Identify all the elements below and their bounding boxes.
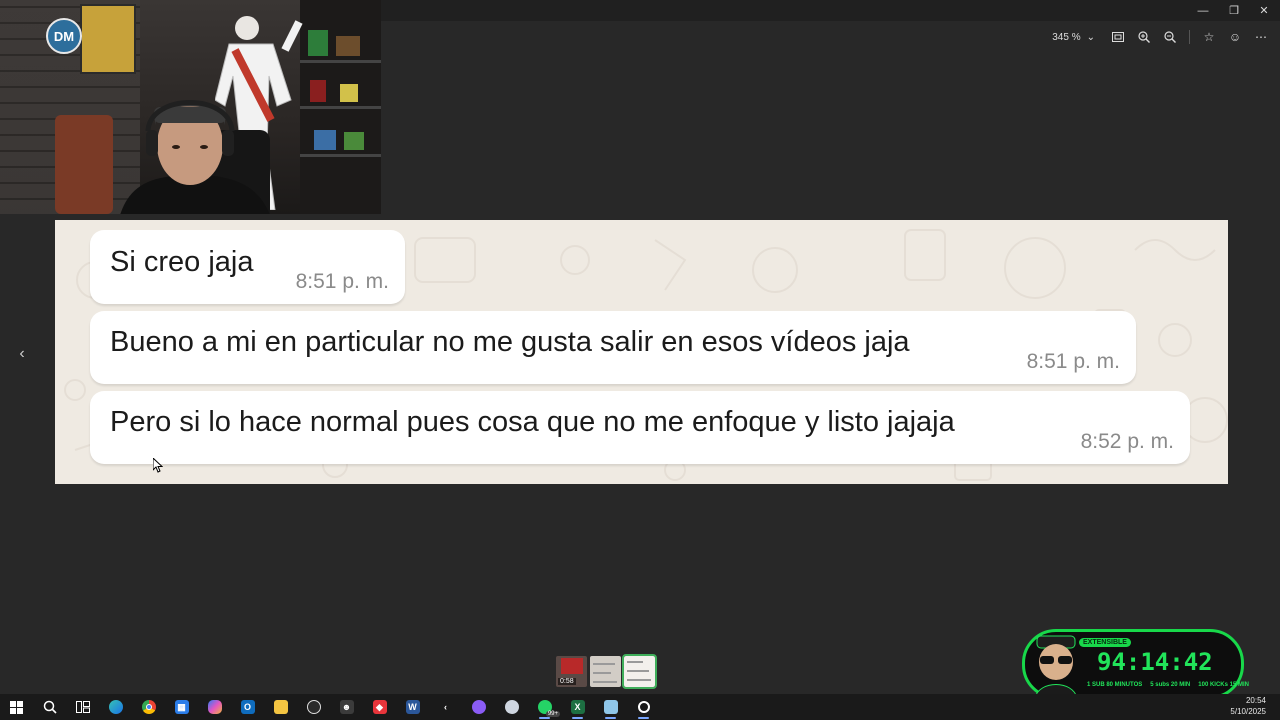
start-icon[interactable] [0,694,33,720]
mouse-cursor-icon [153,458,163,473]
subathon-timer-overlay: EXTENSIBLE 94:14:42 1 SUB 80 MINUTOS 5 s… [1022,629,1249,699]
file-explorer-icon[interactable] [264,694,297,720]
webcam-feed: DM [0,0,381,214]
chat-message: Si creo jaja 8:51 p. m. [90,230,405,304]
thumbnail-duration: 0:58 [558,678,576,685]
app-ring-icon[interactable] [627,694,660,720]
edge-icon[interactable] [99,694,132,720]
thumbnail-2[interactable] [590,656,621,687]
chrome-icon[interactable] [132,694,165,720]
backpack [55,115,113,214]
word-icon[interactable]: W [396,694,429,720]
copilot-icon[interactable] [198,694,231,720]
close-button[interactable]: ✕ [1248,0,1280,21]
obs-icon[interactable] [297,694,330,720]
extensible-badge: EXTENSIBLE [1079,638,1131,647]
channel-logo: DM [46,18,82,54]
streamer [120,100,270,214]
message-text: Bueno a mi en particular no me gusta sal… [110,326,910,358]
cat-app-icon[interactable]: ☻ [330,694,363,720]
shelf [300,0,381,214]
thumbnail-1[interactable]: 0:58 [556,656,587,687]
zoom-level[interactable]: 345 % [1052,32,1080,43]
clock-time: 20:54 [1245,696,1266,705]
displayed-image: Si creo jaja 8:51 p. m. Bueno a mi en pa… [55,220,1228,484]
message-text: Si creo jaja [110,245,254,278]
kick-icon[interactable]: ‹ [429,694,462,720]
message-timestamp: 8:51 p. m. [1026,350,1120,373]
rule-kicks: 100 KICKs 15 MIN [1198,682,1249,688]
mascot-icon [1034,635,1078,698]
minimize-button[interactable]: — [1187,0,1219,21]
app-icon[interactable] [495,694,528,720]
toolbar-divider [1189,30,1190,44]
notepad-icon[interactable] [594,694,627,720]
anydesk-icon[interactable]: ◆ [363,694,396,720]
taskbar: ▦ O ☻ ◆ W ‹ 99+ X [0,694,1280,720]
message-timestamp: 8:52 p. m. [1080,430,1174,453]
viewer-toolbar: 345 % ⌄ ☆ ☺ ⋯ [1052,27,1280,47]
zoom-in-icon[interactable] [1131,27,1157,47]
zoom-out-icon[interactable] [1157,27,1183,47]
rule-sub: 1 SUB 80 MINUTOS [1087,682,1143,688]
excel-icon[interactable]: X [561,694,594,720]
chat-message: Bueno a mi en particular no me gusta sal… [90,311,1136,384]
restore-button[interactable]: ❐ [1218,0,1250,21]
chat-message: Pero si lo hace normal pues cosa que no … [90,391,1190,464]
store-icon[interactable]: ▦ [165,694,198,720]
discord-icon[interactable] [462,694,495,720]
clock-date: 5/10/2025 [1230,707,1266,716]
thumbnail-3-selected[interactable] [622,654,657,689]
more-options-icon[interactable]: ⋯ [1248,27,1274,47]
fit-to-window-icon[interactable] [1105,27,1131,47]
timer-rules: 1 SUB 80 MINUTOS 5 subs 20 MIN 100 KICKs… [1087,682,1249,688]
message-text: Pero si lo hace normal pues cosa que no … [110,406,955,438]
zoom-dropdown-icon[interactable]: ⌄ [1087,32,1095,43]
message-timestamp: 8:51 p. m. [295,270,389,293]
task-view-icon[interactable] [66,694,99,720]
thumbnail-strip: 0:58 [556,654,657,689]
poster [80,4,136,74]
rule-subs: 5 subs 20 MIN [1150,682,1191,688]
feedback-smiley-icon[interactable]: ☺ [1222,27,1248,47]
favorite-star-icon[interactable]: ☆ [1196,27,1222,47]
countdown-timer: 94:14:42 [1097,648,1213,676]
previous-image-button[interactable]: ‹ [12,344,32,364]
whatsapp-notification-badge: 99+ [545,711,560,717]
outlook-icon[interactable]: O [231,694,264,720]
system-clock[interactable]: 20:54 5/10/2025 [1230,695,1266,717]
search-icon[interactable] [33,694,66,720]
whatsapp-icon[interactable]: 99+ [528,694,561,720]
